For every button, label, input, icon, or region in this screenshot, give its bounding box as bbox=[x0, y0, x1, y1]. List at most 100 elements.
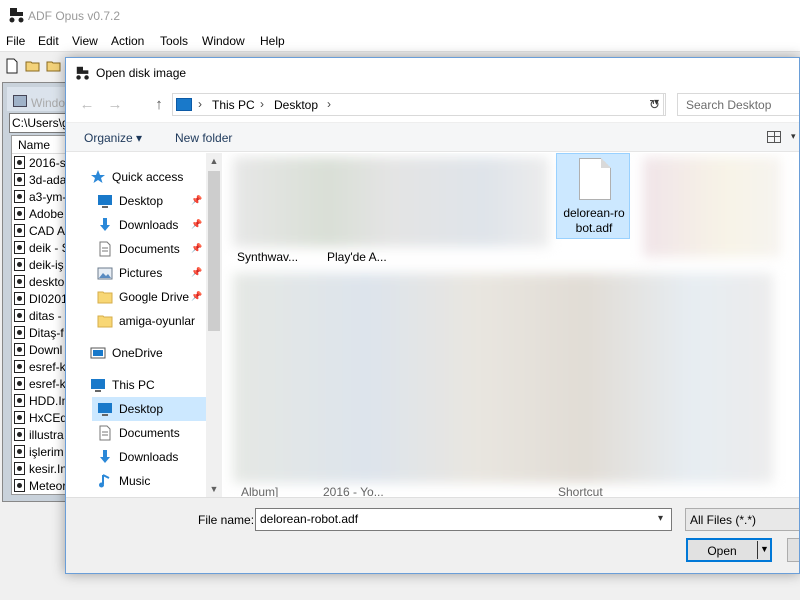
list-item[interactable]: Downl bbox=[14, 343, 62, 360]
list-item[interactable]: deskto bbox=[14, 275, 64, 292]
forward-arrow-icon[interactable]: → bbox=[106, 96, 124, 114]
nav-item-amiga-oyunlar[interactable]: amiga-oyunlar bbox=[97, 309, 206, 333]
chevron-right-icon[interactable]: › bbox=[327, 97, 331, 111]
list-item[interactable]: esref-k bbox=[14, 377, 66, 394]
blurred-thumbnail[interactable] bbox=[233, 273, 773, 483]
menu-edit[interactable]: Edit bbox=[38, 34, 59, 48]
blurred-thumbnail[interactable] bbox=[643, 157, 781, 257]
selected-file-delorean-robot[interactable]: delorean-robot.adf bbox=[556, 153, 630, 239]
blurred-thumbnail[interactable] bbox=[233, 157, 549, 247]
pin-icon: 📌 bbox=[191, 267, 203, 277]
split-divider bbox=[757, 541, 758, 559]
chevron-down-icon[interactable]: ▼ bbox=[760, 544, 769, 554]
file-icon bbox=[14, 173, 25, 186]
file-icon bbox=[14, 326, 25, 339]
view-options-icon[interactable] bbox=[767, 131, 781, 143]
list-item[interactable]: a3-ym- bbox=[14, 190, 66, 207]
nav-quick-access[interactable]: Quick access bbox=[90, 165, 206, 189]
file-icon bbox=[14, 411, 25, 424]
list-item[interactable]: Meteor bbox=[14, 479, 66, 494]
up-arrow-icon[interactable]: ↑ bbox=[150, 96, 168, 114]
music-note-icon bbox=[99, 474, 110, 488]
new-folder-button[interactable]: New folder bbox=[175, 131, 232, 145]
open-button[interactable]: Open ▼ bbox=[686, 538, 772, 562]
menu-tools[interactable]: Tools bbox=[160, 34, 188, 48]
file-label[interactable]: Synthwav... bbox=[237, 250, 298, 264]
file-icon bbox=[14, 428, 25, 441]
file-label[interactable]: Shortcut bbox=[558, 485, 603, 497]
nav-onedrive[interactable]: OneDrive bbox=[90, 341, 206, 365]
chevron-down-icon[interactable]: ▾ bbox=[791, 131, 796, 142]
file-icon bbox=[14, 275, 25, 288]
nav-item-documents[interactable]: Documents 📌 bbox=[97, 237, 206, 261]
list-item[interactable]: 2016-sl bbox=[14, 156, 68, 173]
navigation-pane: Quick access Desktop 📌 Downloads 📌 Docum… bbox=[66, 153, 221, 497]
menu-action[interactable]: Action bbox=[111, 34, 144, 48]
file-label[interactable]: Album] bbox=[241, 485, 278, 497]
list-item[interactable]: Adobe bbox=[14, 207, 64, 224]
nav-pc-documents[interactable]: Documents bbox=[97, 421, 206, 445]
file-content-pane[interactable]: Synthwav... Play'de A... delorean-robot.… bbox=[223, 153, 799, 497]
file-icon bbox=[14, 394, 25, 407]
list-item[interactable]: DI0201 bbox=[14, 292, 68, 309]
nav-item-downloads[interactable]: Downloads 📌 bbox=[97, 213, 206, 237]
open-folder-icon[interactable] bbox=[25, 58, 41, 74]
nav-item-google-drive[interactable]: Google Drive 📌 bbox=[97, 285, 206, 309]
dialog-titlebar: Open disk image bbox=[66, 58, 799, 88]
pin-icon: 📌 bbox=[191, 291, 203, 301]
scroll-up-icon[interactable]: ▲ bbox=[206, 153, 222, 169]
list-item[interactable]: Ditaş-f bbox=[14, 326, 64, 343]
nav-pc-music[interactable]: Music bbox=[97, 469, 206, 493]
menu-help[interactable]: Help bbox=[260, 34, 285, 48]
organize-button[interactable]: Organize ▾ bbox=[84, 131, 142, 145]
file-icon bbox=[14, 190, 25, 203]
nav-item-desktop[interactable]: Desktop 📌 bbox=[97, 189, 206, 213]
menu-window[interactable]: Window bbox=[202, 34, 245, 48]
address-bar[interactable]: › This PC › Desktop › ▾ bbox=[172, 93, 664, 116]
new-file-icon[interactable] bbox=[4, 58, 20, 74]
file-type-filter[interactable]: All Files (*.*) bbox=[685, 508, 799, 531]
search-input[interactable]: Search Desktop bbox=[677, 93, 799, 116]
file-label[interactable]: Play'de A... bbox=[327, 250, 387, 264]
list-item[interactable]: ditas - bbox=[14, 309, 62, 326]
menu-view[interactable]: View bbox=[72, 34, 98, 48]
chevron-right-icon[interactable]: › bbox=[198, 97, 202, 111]
nav-pc-desktop[interactable]: Desktop bbox=[92, 397, 206, 421]
scrollbar-thumb[interactable] bbox=[208, 171, 220, 331]
selected-file-label: delorean-robot.adf bbox=[563, 206, 625, 235]
breadcrumb-this-pc[interactable]: This PC bbox=[212, 98, 255, 112]
pin-icon: 📌 bbox=[191, 219, 203, 229]
scroll-down-icon[interactable]: ▼ bbox=[206, 481, 222, 497]
nav-item-pictures[interactable]: Pictures 📌 bbox=[97, 261, 206, 285]
list-item[interactable]: deik-iş bbox=[14, 258, 64, 275]
list-item[interactable]: işlerim bbox=[14, 445, 64, 462]
file-label[interactable]: 2016 - Yo... bbox=[323, 485, 384, 497]
nav-pane-scrollbar[interactable]: ▲ ▼ bbox=[206, 153, 222, 497]
breadcrumb-desktop[interactable]: Desktop bbox=[274, 98, 318, 112]
nav-pc-downloads[interactable]: Downloads bbox=[97, 445, 206, 469]
back-arrow-icon[interactable]: ← bbox=[78, 96, 96, 114]
folder-icon[interactable] bbox=[46, 58, 62, 74]
list-item[interactable]: esref-k bbox=[14, 360, 66, 377]
cancel-button[interactable] bbox=[787, 538, 799, 562]
inner-window-title: Windo bbox=[31, 96, 66, 110]
list-item[interactable]: HDD.In bbox=[14, 394, 68, 411]
app-logo-icon bbox=[76, 66, 89, 80]
menu-file[interactable]: File bbox=[6, 34, 25, 48]
file-icon bbox=[14, 462, 25, 475]
document-icon bbox=[99, 425, 111, 441]
list-item[interactable]: illustra bbox=[14, 428, 64, 445]
nav-this-pc[interactable]: This PC bbox=[90, 373, 206, 397]
list-item[interactable]: deik - S bbox=[14, 241, 70, 258]
pin-icon: 📌 bbox=[191, 195, 203, 205]
list-item[interactable]: 3d-ada bbox=[14, 173, 66, 190]
chevron-right-icon[interactable]: › bbox=[260, 97, 264, 111]
this-pc-icon bbox=[91, 379, 105, 392]
list-item[interactable]: kesir.In bbox=[14, 462, 67, 479]
chevron-down-icon[interactable]: ▾ bbox=[658, 513, 663, 524]
file-name-input[interactable]: delorean-robot.adf bbox=[255, 508, 672, 531]
list-item[interactable]: CAD A bbox=[14, 224, 65, 241]
list-item[interactable]: HxCEd bbox=[14, 411, 67, 428]
refresh-button[interactable]: ↻ bbox=[644, 93, 666, 116]
file-icon bbox=[14, 241, 25, 254]
